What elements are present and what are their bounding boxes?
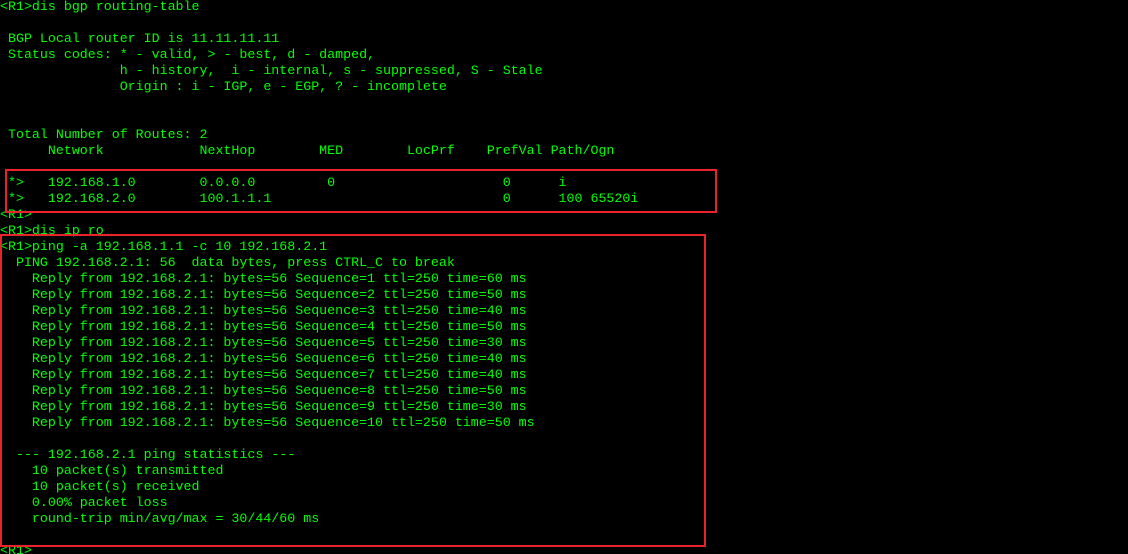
terminal-line: h - history, i - internal, s - suppresse… xyxy=(0,63,543,78)
terminal-line: <R1>dis bgp routing-table xyxy=(0,0,200,14)
terminal-line: Origin : i - IGP, e - EGP, ? - incomplet… xyxy=(0,79,447,94)
terminal-line: BGP Local router ID is 11.11.11.11 xyxy=(0,31,280,46)
ping-output-highlight-box xyxy=(0,234,706,547)
terminal-line: Total Number of Routes: 2 xyxy=(0,127,208,142)
terminal-window[interactable]: <R1>dis bgp routing-table BGP Local rout… xyxy=(0,0,1128,554)
terminal-line: Network NextHop MED LocPrf PrefVal Path/… xyxy=(0,143,615,158)
terminal-line: Status codes: * - valid, > - best, d - d… xyxy=(0,47,376,62)
bgp-routes-highlight-box xyxy=(5,169,717,213)
